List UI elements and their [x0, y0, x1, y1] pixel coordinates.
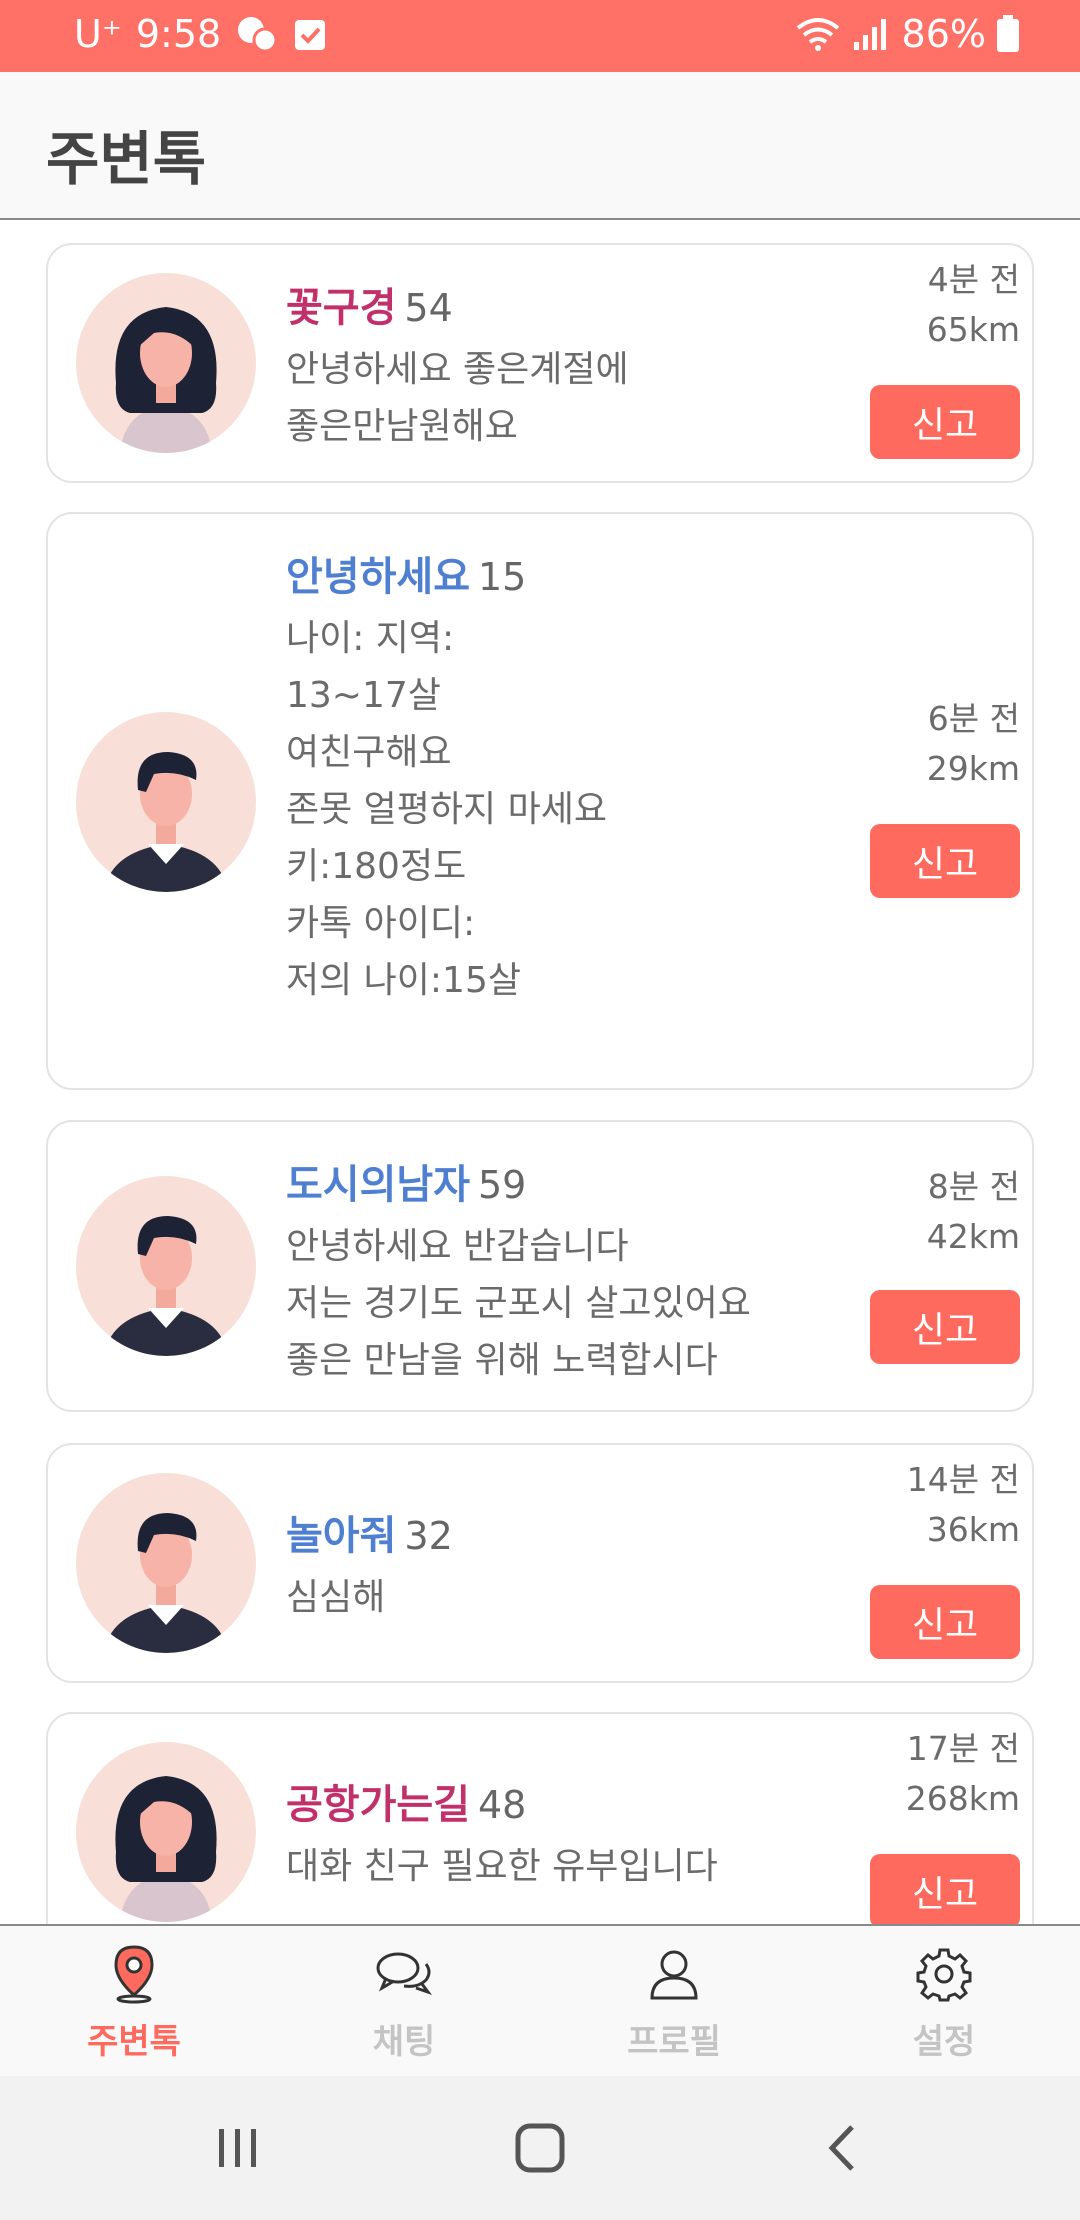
- report-button[interactable]: 신고: [870, 1585, 1020, 1659]
- battery-icon: [996, 15, 1020, 53]
- user-age: 54: [404, 286, 453, 330]
- report-button[interactable]: 신고: [870, 385, 1020, 459]
- carrier-label: U⁺: [74, 12, 122, 56]
- post-card[interactable]: 안녕하세요 15 나이: 지역: 13~17살 여친구해요 존못 얼평하지 마세…: [46, 512, 1034, 1090]
- post-time: 4분 전: [927, 260, 1020, 299]
- back-icon[interactable]: [802, 2116, 882, 2180]
- post-distance: 36km: [926, 1510, 1020, 1549]
- message-line: 존못 얼평하지 마세요: [286, 789, 607, 830]
- user-nickname[interactable]: 도시의남자: [286, 1152, 470, 1210]
- message-line: 키:180정도: [286, 846, 467, 887]
- user-nickname[interactable]: 꽃구경: [286, 275, 396, 333]
- male-avatar: [76, 1473, 256, 1653]
- female-avatar: [76, 1742, 256, 1922]
- system-navigation-bar: [0, 2076, 1080, 2220]
- tab-nearby-talk[interactable]: 주변톡: [34, 1940, 234, 2063]
- person-icon: [574, 1940, 774, 2008]
- wifi-icon: [794, 16, 842, 52]
- post-time: 6분 전: [927, 699, 1020, 738]
- post-message: 안녕하세요 반갑습니다 저는 경기도 군포시 살고있어요 좋은 만남을 위해 노…: [286, 1218, 751, 1389]
- tab-profile[interactable]: 프로필: [574, 1940, 774, 2063]
- post-meta: 6분 전 29km: [927, 694, 1020, 794]
- post-list[interactable]: 꽃구경 54 안녕하세요 좋은계절에 좋은만남원해요 4분 전 65km 신고 …: [0, 220, 1080, 1924]
- nav-label: 설정: [912, 2022, 976, 2062]
- signal-icon: [852, 16, 892, 52]
- task-notification-icon: [293, 16, 327, 52]
- message-line: 나이: 지역:: [286, 618, 455, 659]
- report-button[interactable]: 신고: [870, 824, 1020, 898]
- chat-bubbles-icon: [304, 1940, 504, 2008]
- post-distance: 268km: [905, 1779, 1020, 1818]
- post-time: 17분 전: [906, 1729, 1020, 1768]
- battery-percent: 86%: [901, 12, 986, 56]
- message-line: 13~17살: [286, 675, 441, 716]
- post-meta: 14분 전 36km: [907, 1455, 1020, 1555]
- post-distance: 29km: [926, 749, 1020, 788]
- post-card[interactable]: 도시의남자 59 안녕하세요 반갑습니다 저는 경기도 군포시 살고있어요 좋은…: [46, 1120, 1034, 1412]
- user-nickname[interactable]: 안녕하세요: [286, 544, 470, 602]
- post-message: 안녕하세요 좋은계절에 좋은만남원해요: [286, 341, 629, 455]
- user-age: 15: [478, 555, 527, 599]
- message-line: 카톡 아이디:: [286, 903, 476, 944]
- post-card[interactable]: 공항가는길 48 대화 친구 필요한 유부입니다 17분 전 268km 신고: [46, 1712, 1034, 1924]
- chat-notification-icon: [235, 14, 279, 54]
- user-age: 59: [478, 1163, 527, 1207]
- post-message: 나이: 지역: 13~17살 여친구해요 존못 얼평하지 마세요 키:180정도…: [286, 610, 607, 1009]
- tab-settings[interactable]: 설정: [844, 1940, 1044, 2063]
- tab-chatting[interactable]: 채팅: [304, 1940, 504, 2063]
- post-card[interactable]: 놀아줘 32 심심해 14분 전 36km 신고: [46, 1443, 1034, 1683]
- user-age: 48: [478, 1783, 527, 1827]
- user-nickname[interactable]: 공항가는길: [286, 1772, 470, 1830]
- post-meta: 4분 전 65km: [927, 255, 1020, 355]
- post-card[interactable]: 꽃구경 54 안녕하세요 좋은계절에 좋은만남원해요 4분 전 65km 신고: [46, 243, 1034, 483]
- message-line: 대화 친구 필요한 유부입니다: [286, 1846, 718, 1887]
- message-line: 안녕하세요 좋은계절에: [286, 349, 629, 390]
- post-meta: 8분 전 42km: [927, 1162, 1020, 1262]
- post-meta: 17분 전 268km: [906, 1724, 1020, 1824]
- recent-apps-icon[interactable]: [198, 2116, 278, 2180]
- nav-label: 프로필: [627, 2022, 721, 2062]
- male-avatar: [76, 712, 256, 892]
- user-nickname[interactable]: 놀아줘: [286, 1503, 396, 1561]
- post-distance: 42km: [926, 1217, 1020, 1256]
- message-line: 여친구해요: [286, 732, 452, 773]
- gear-icon: [844, 1940, 1044, 2008]
- page-title: 주변톡: [46, 125, 207, 193]
- message-line: 좋은만남원해요: [286, 406, 518, 447]
- location-pin-icon: [34, 1940, 234, 2008]
- report-button[interactable]: 신고: [870, 1854, 1020, 1924]
- clock: 9:58: [135, 12, 222, 56]
- user-age: 32: [404, 1514, 453, 1558]
- message-line: 저의 나이:15살: [286, 960, 521, 1001]
- message-line: 좋은 만남을 위해 노력합시다: [286, 1340, 718, 1381]
- female-avatar: [76, 273, 256, 453]
- post-message: 심심해: [286, 1569, 385, 1626]
- app-header: 주변톡: [0, 72, 1080, 220]
- message-line: 안녕하세요 반갑습니다: [286, 1226, 629, 1267]
- nav-label: 주변톡: [87, 2022, 181, 2062]
- post-distance: 65km: [926, 310, 1020, 349]
- report-button[interactable]: 신고: [870, 1290, 1020, 1364]
- status-bar: U⁺ 9:58 86%: [0, 0, 1080, 72]
- bottom-navigation: 주변톡 채팅 프로필 설정: [0, 1924, 1080, 2076]
- home-icon[interactable]: [500, 2116, 580, 2180]
- message-line: 저는 경기도 군포시 살고있어요: [286, 1283, 751, 1324]
- post-message: 대화 친구 필요한 유부입니다: [286, 1838, 718, 1895]
- message-line: 심심해: [286, 1577, 386, 1618]
- nav-label: 채팅: [372, 2022, 436, 2062]
- male-avatar: [76, 1176, 256, 1356]
- post-time: 14분 전: [906, 1460, 1020, 1499]
- post-time: 8분 전: [927, 1167, 1020, 1206]
